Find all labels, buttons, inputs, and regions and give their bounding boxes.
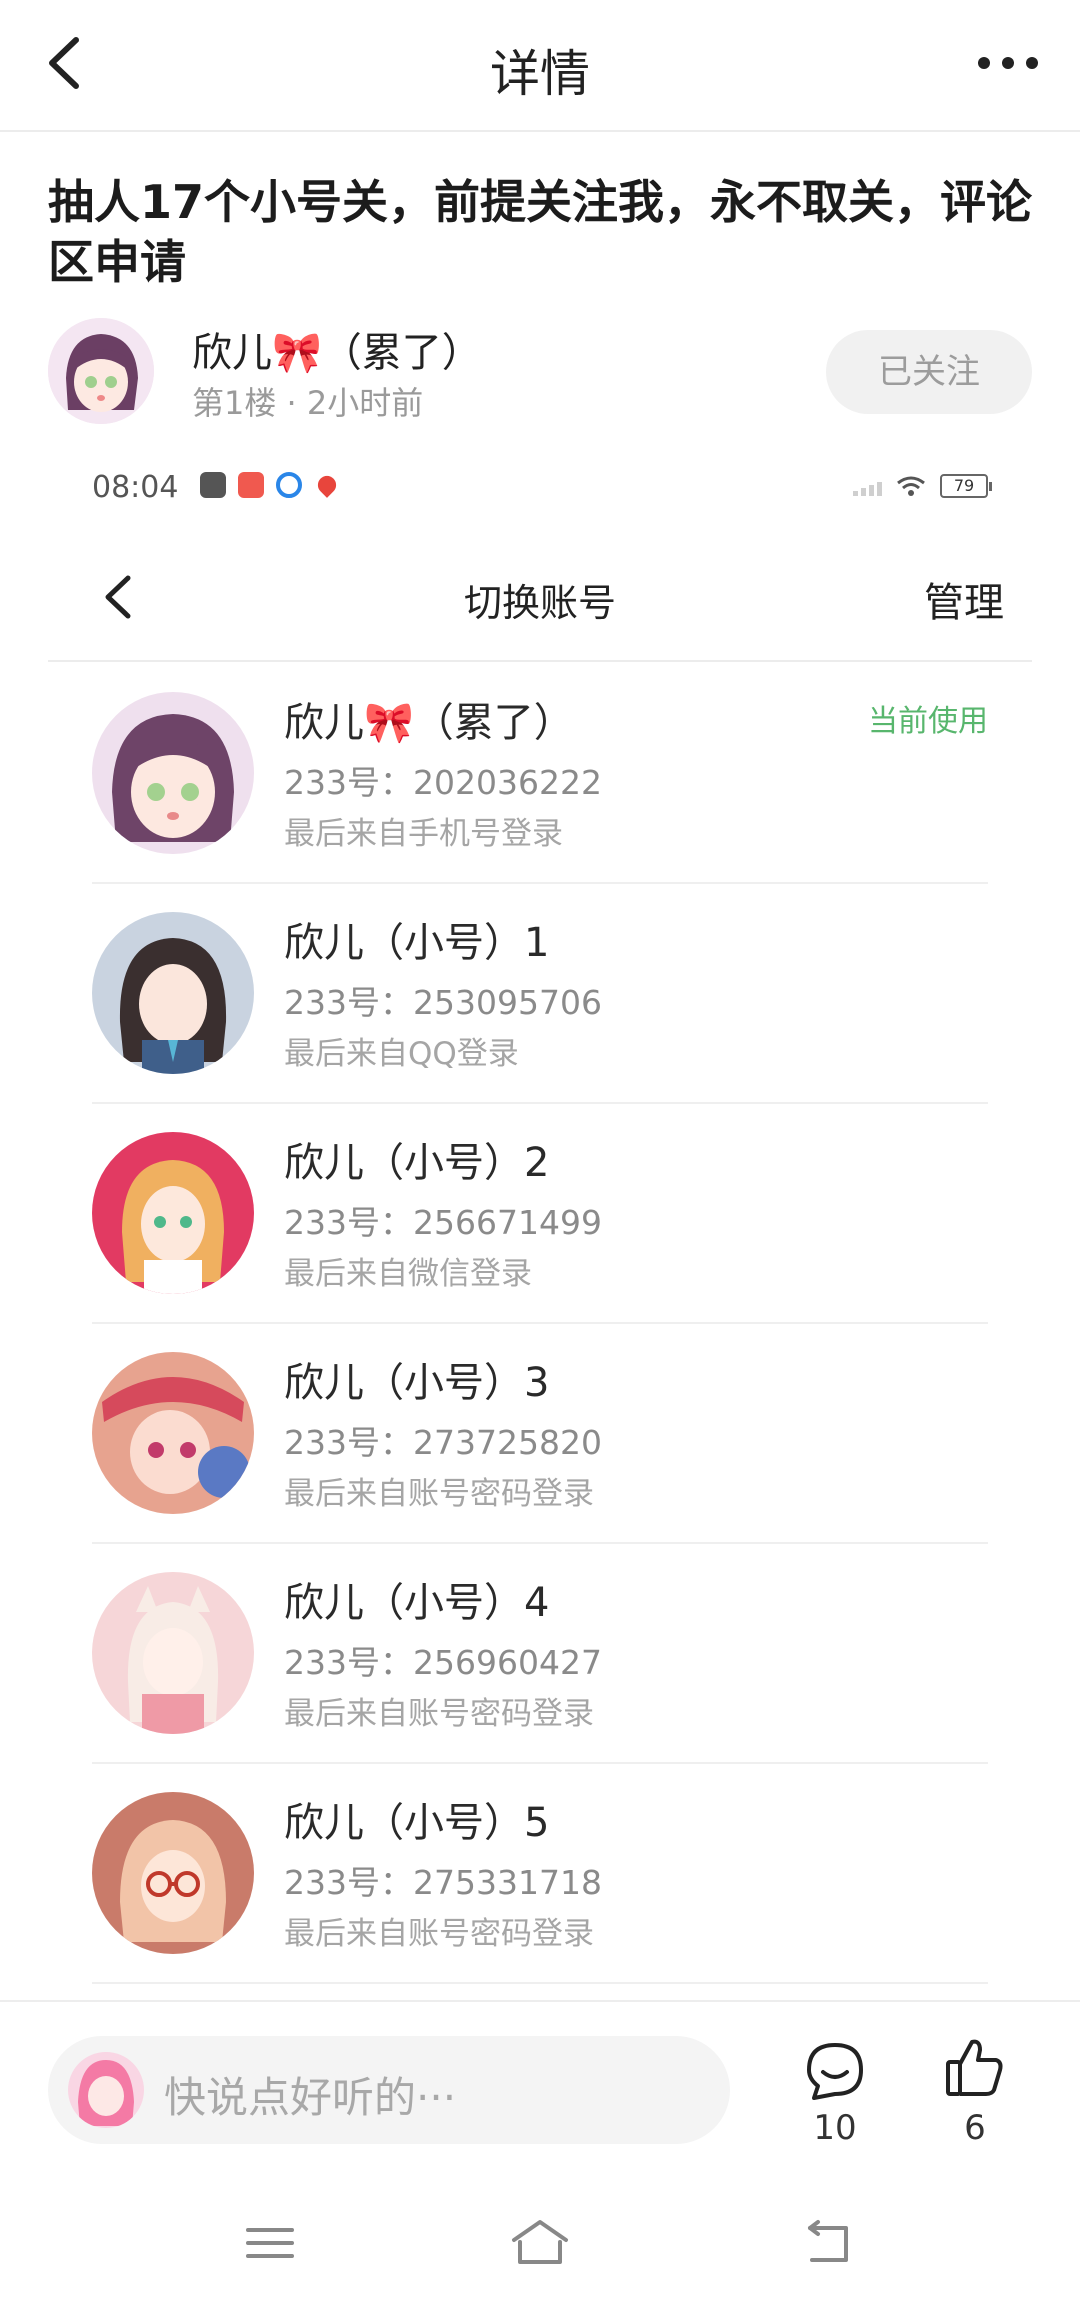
- account-number: 233号：256671499: [284, 1203, 602, 1242]
- account-number: 233号：253095706: [284, 983, 602, 1022]
- account-name: 欣儿（小号）5: [284, 1800, 550, 1846]
- home-icon[interactable]: [510, 2218, 570, 2268]
- status-time: 08:04: [92, 470, 179, 505]
- account-login-source: 最后来自账号密码登录: [284, 1476, 594, 1512]
- location-icon: [314, 472, 340, 498]
- account-row[interactable]: 欣儿（小号）1 233号：253095706 最后来自QQ登录: [92, 884, 988, 1104]
- author-name[interactable]: 欣儿🎀（累了）: [192, 320, 482, 378]
- account-name: 欣儿（小号）3: [284, 1360, 550, 1406]
- return-icon[interactable]: [798, 2218, 858, 2268]
- battery-icon: 79: [940, 474, 992, 498]
- account-name: 欣儿🎀（累了）: [284, 700, 574, 746]
- account-avatar: [92, 692, 254, 854]
- account-avatar: [92, 912, 254, 1074]
- author-avatar[interactable]: [48, 318, 154, 424]
- account-row[interactable]: 欣儿（小号）5 233号：275331718 最后来自账号密码登录: [92, 1764, 988, 1984]
- follow-button[interactable]: 已关注: [826, 330, 1032, 414]
- account-login-source: 最后来自账号密码登录: [284, 1916, 594, 1952]
- current-account-badge: 当前使用: [868, 704, 988, 739]
- account-number: 233号：202036222: [284, 763, 602, 802]
- account-number: 233号：273725820: [284, 1423, 602, 1462]
- app-icon: [200, 472, 226, 498]
- app-icon: [238, 472, 264, 498]
- wifi-icon: [897, 476, 925, 496]
- menu-icon[interactable]: [240, 2218, 300, 2268]
- account-login-source: 最后来自手机号登录: [284, 816, 563, 852]
- more-dots-icon[interactable]: [976, 52, 1040, 74]
- page-title: 详情: [490, 45, 590, 103]
- account-avatar: [92, 1572, 254, 1734]
- manage-button[interactable]: 管理: [924, 570, 1004, 628]
- account-avatar: [92, 1132, 254, 1294]
- comment-placeholder[interactable]: 快说点好听的···: [164, 2064, 456, 2125]
- account-row[interactable]: 欣儿（小号）2 233号：256671499 最后来自微信登录: [92, 1104, 988, 1324]
- comment-bubble-icon[interactable]: [804, 2040, 866, 2102]
- post-meta: 第1楼 · 2小时前: [192, 384, 424, 422]
- thumbs-up-icon[interactable]: [944, 2036, 1004, 2098]
- account-login-source: 最后来自账号密码登录: [284, 1696, 594, 1732]
- account-name: 欣儿（小号）4: [284, 1580, 550, 1626]
- account-name: 欣儿（小号）2: [284, 1140, 550, 1186]
- comment-count: 10: [813, 2108, 857, 2148]
- account-number: 233号：256960427: [284, 1643, 602, 1682]
- switch-account-bar: 切换账号 管理: [48, 540, 1032, 662]
- post-title: 抽人17个小号关，前提关注我，永不取关，评论区申请: [48, 175, 1033, 289]
- account-row[interactable]: 欣儿（小号）3 233号：273725820 最后来自账号密码登录: [92, 1324, 988, 1544]
- status-app-icons: [200, 472, 340, 502]
- account-row[interactable]: 欣儿（小号）4 233号：256960427 最后来自账号密码登录: [92, 1544, 988, 1764]
- account-row[interactable]: 欣儿🎀（累了） 233号：202036222 最后来自手机号登录 当前使用: [92, 664, 988, 884]
- system-nav-bar: [0, 2206, 1080, 2286]
- top-bar: 详情: [0, 0, 1080, 132]
- app-icon: [276, 472, 302, 498]
- my-avatar: [68, 2052, 144, 2128]
- account-login-source: 最后来自微信登录: [284, 1256, 532, 1292]
- signal-icon: [853, 476, 882, 496]
- account-name: 欣儿（小号）1: [284, 920, 550, 966]
- status-right: 79: [853, 474, 992, 498]
- switch-account-title: 切换账号: [463, 581, 616, 625]
- like-count: 6: [964, 2108, 986, 2148]
- account-login-source: 最后来自QQ登录: [284, 1036, 519, 1072]
- account-number: 233号：275331718: [284, 1863, 602, 1902]
- account-avatar: [92, 1352, 254, 1514]
- account-avatar: [92, 1792, 254, 1954]
